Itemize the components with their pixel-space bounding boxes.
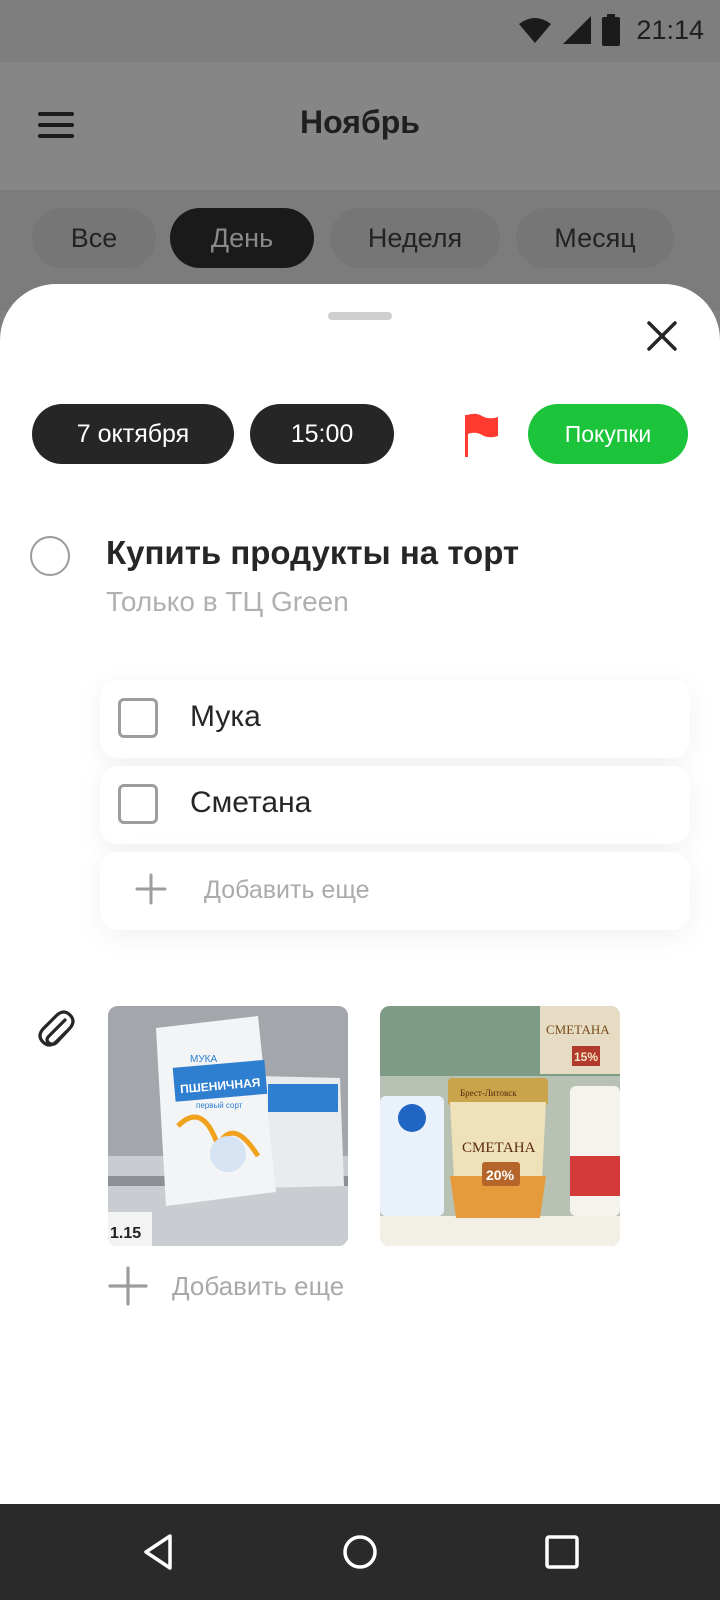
subtask-row: Сметана: [100, 766, 690, 844]
attachment-icon: [36, 1006, 76, 1050]
back-icon: [144, 1534, 172, 1570]
screen: 21:14 Ноябрь Все День Неделя Месяц 7 окт…: [0, 0, 720, 1600]
shelf-sour-cream-fat: 15%: [574, 1050, 598, 1064]
battery-icon: [602, 14, 621, 46]
subtask-label[interactable]: Мука: [190, 700, 261, 734]
subtask-list: Мука Сметана Добавить еще: [100, 680, 690, 938]
task-title[interactable]: Купить продукты на торт: [106, 534, 519, 572]
flour-price-tag: 1.15: [110, 1225, 141, 1242]
sour-cream-brand: Брест-Литовск: [460, 1088, 517, 1098]
drag-handle[interactable]: [328, 312, 392, 320]
time-pill[interactable]: 15:00: [250, 404, 394, 464]
filter-chip-all[interactable]: Все: [32, 208, 156, 268]
paperclip-icon: [38, 1010, 75, 1047]
nav-recents-button[interactable]: [540, 1530, 584, 1574]
subtask-checkbox[interactable]: [118, 784, 158, 824]
subtask-label[interactable]: Сметана: [190, 786, 311, 820]
sour-cream-product: СМЕТАНА: [462, 1140, 536, 1156]
plus-icon: [135, 873, 167, 905]
filter-chip-day[interactable]: День: [170, 208, 314, 268]
status-time: 21:14: [636, 14, 704, 45]
flour-photo-image: МУКА ПШЕНИЧНАЯ первый сорт 1.15: [108, 1006, 348, 1246]
sour-cream-fat: 20%: [486, 1167, 515, 1183]
subtask-row: Мука: [100, 680, 690, 758]
add-subtask-button[interactable]: Добавить еще: [100, 852, 690, 930]
subtask-checkbox[interactable]: [118, 698, 158, 738]
status-bar: 21:14: [0, 0, 720, 62]
category-pill[interactable]: Покупки: [528, 404, 688, 464]
plus-icon: [108, 1266, 148, 1306]
flour-label-grade: первый сорт: [196, 1101, 243, 1110]
add-subtask-label: Добавить еще: [204, 876, 370, 904]
app-header: Ноябрь: [0, 62, 720, 190]
nav-back-button[interactable]: [138, 1530, 182, 1574]
attachment-photo-flour[interactable]: МУКА ПШЕНИЧНАЯ первый сорт 1.15: [108, 1006, 348, 1246]
task-note[interactable]: Только в ТЦ Green: [106, 586, 349, 618]
wifi-icon: [519, 18, 552, 43]
home-icon: [343, 1535, 377, 1569]
filter-chip-week[interactable]: Неделя: [330, 208, 500, 268]
task-complete-checkbox[interactable]: [30, 536, 70, 576]
date-pill[interactable]: 7 октября: [32, 404, 234, 464]
attachment-photo-sour-cream[interactable]: СМЕТАНА 15% Брест-Литовск СМЕТАНА 20%: [380, 1006, 620, 1246]
nav-home-button[interactable]: [338, 1530, 382, 1574]
flag-icon: [465, 413, 498, 457]
system-nav-bar: [0, 1504, 720, 1600]
close-icon: [647, 321, 677, 351]
task-bottom-sheet: 7 октября 15:00 Покупки Купить продукты …: [0, 284, 720, 1504]
signal-icon: [563, 16, 592, 44]
add-attachment-label: Добавить еще: [172, 1270, 345, 1301]
shelf-sour-cream-label: СМЕТАНА: [546, 1022, 610, 1037]
add-attachment-button[interactable]: Добавить еще: [108, 1264, 344, 1308]
priority-flag-button[interactable]: [462, 412, 502, 458]
page-title: Ноябрь: [300, 104, 420, 140]
filter-chip-month[interactable]: Месяц: [516, 208, 674, 268]
sour-cream-photo-image: СМЕТАНА 15% Брест-Литовск СМЕТАНА 20%: [380, 1006, 620, 1246]
flour-label-word: МУКА: [190, 1054, 218, 1065]
status-icons: 21:14: [518, 12, 704, 48]
close-button[interactable]: [640, 314, 684, 358]
recents-icon: [545, 1535, 579, 1569]
